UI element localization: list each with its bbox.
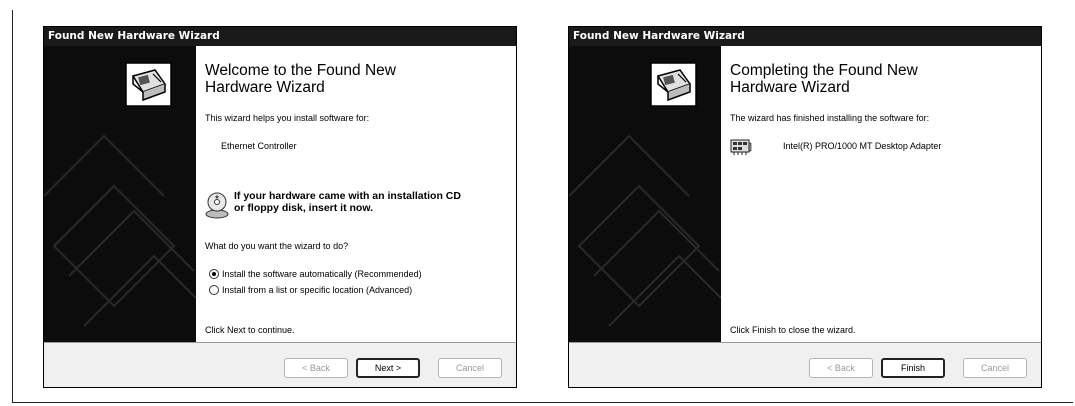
wizard-button-bar: < Back Finish Cancel <box>569 342 1041 387</box>
wizard-side-panel <box>44 46 196 342</box>
cd-prompt-line2: or floppy disk, insert it now. <box>234 202 374 214</box>
footer-text: Click Finish to close the wizard. <box>730 325 856 335</box>
wizard-heading: Welcome to the Found New Hardware Wizard <box>205 62 505 96</box>
device-name: Ethernet Controller <box>221 141 297 151</box>
wizard-heading-line1: Welcome to the Found New <box>205 62 396 79</box>
hardware-wizard-icon <box>650 62 697 107</box>
window-title: Found New Hardware Wizard <box>569 27 1041 46</box>
footer-text: Click Next to continue. <box>205 325 295 335</box>
radio-install-from-list[interactable] <box>209 284 219 295</box>
welcome-wizard-window: Found New Hardware Wizard Welcome to the… <box>43 26 517 388</box>
wizard-heading-line2: Hardware Wizard <box>730 79 850 96</box>
option-install-automatically[interactable]: Install the software automatically (Reco… <box>209 265 422 279</box>
wizard-heading: Completing the Found New Hardware Wizard <box>730 62 1030 96</box>
cd-prompt: If your hardware came with an installati… <box>205 189 505 223</box>
device-name: Intel(R) PRO/1000 MT Desktop Adapter <box>783 141 942 151</box>
cancel-button[interactable]: Cancel <box>438 358 502 378</box>
hardware-wizard-icon <box>125 62 172 107</box>
wizard-content: Completing the Found New Hardware Wizard… <box>721 46 1041 342</box>
question-text: What do you want the wizard to do? <box>205 241 349 251</box>
intro-text: This wizard helps you install software f… <box>205 113 370 123</box>
intro-text: The wizard has finished installing the s… <box>730 113 930 123</box>
installation-cd-icon <box>205 192 229 219</box>
finish-button[interactable]: Finish <box>881 358 945 378</box>
cancel-button[interactable]: Cancel <box>963 358 1027 378</box>
back-button[interactable]: < Back <box>809 358 873 378</box>
wizard-side-panel <box>569 46 721 342</box>
next-button[interactable]: Next > <box>356 358 420 378</box>
completing-wizard-window: Found New Hardware Wizard Completing the… <box>568 26 1042 388</box>
wizard-heading-line2: Hardware Wizard <box>205 79 325 96</box>
option-install-automatically-label: Install the software automatically (Reco… <box>222 268 422 279</box>
wizard-content: Welcome to the Found New Hardware Wizard… <box>196 46 516 342</box>
cd-prompt-line1: If your hardware came with an installati… <box>234 190 461 202</box>
option-install-from-list[interactable]: Install from a list or specific location… <box>209 281 412 295</box>
wizard-button-bar: < Back Next > Cancel <box>44 342 516 387</box>
network-adapter-icon <box>730 139 752 155</box>
radio-install-automatically[interactable] <box>209 268 219 279</box>
option-install-from-list-label: Install from a list or specific location… <box>222 284 413 295</box>
side-panel-decoration <box>569 134 721 327</box>
back-button[interactable]: < Back <box>284 358 348 378</box>
wizard-heading-line1: Completing the Found New <box>730 62 918 79</box>
side-panel-decoration <box>44 134 196 327</box>
window-title: Found New Hardware Wizard <box>44 27 516 46</box>
